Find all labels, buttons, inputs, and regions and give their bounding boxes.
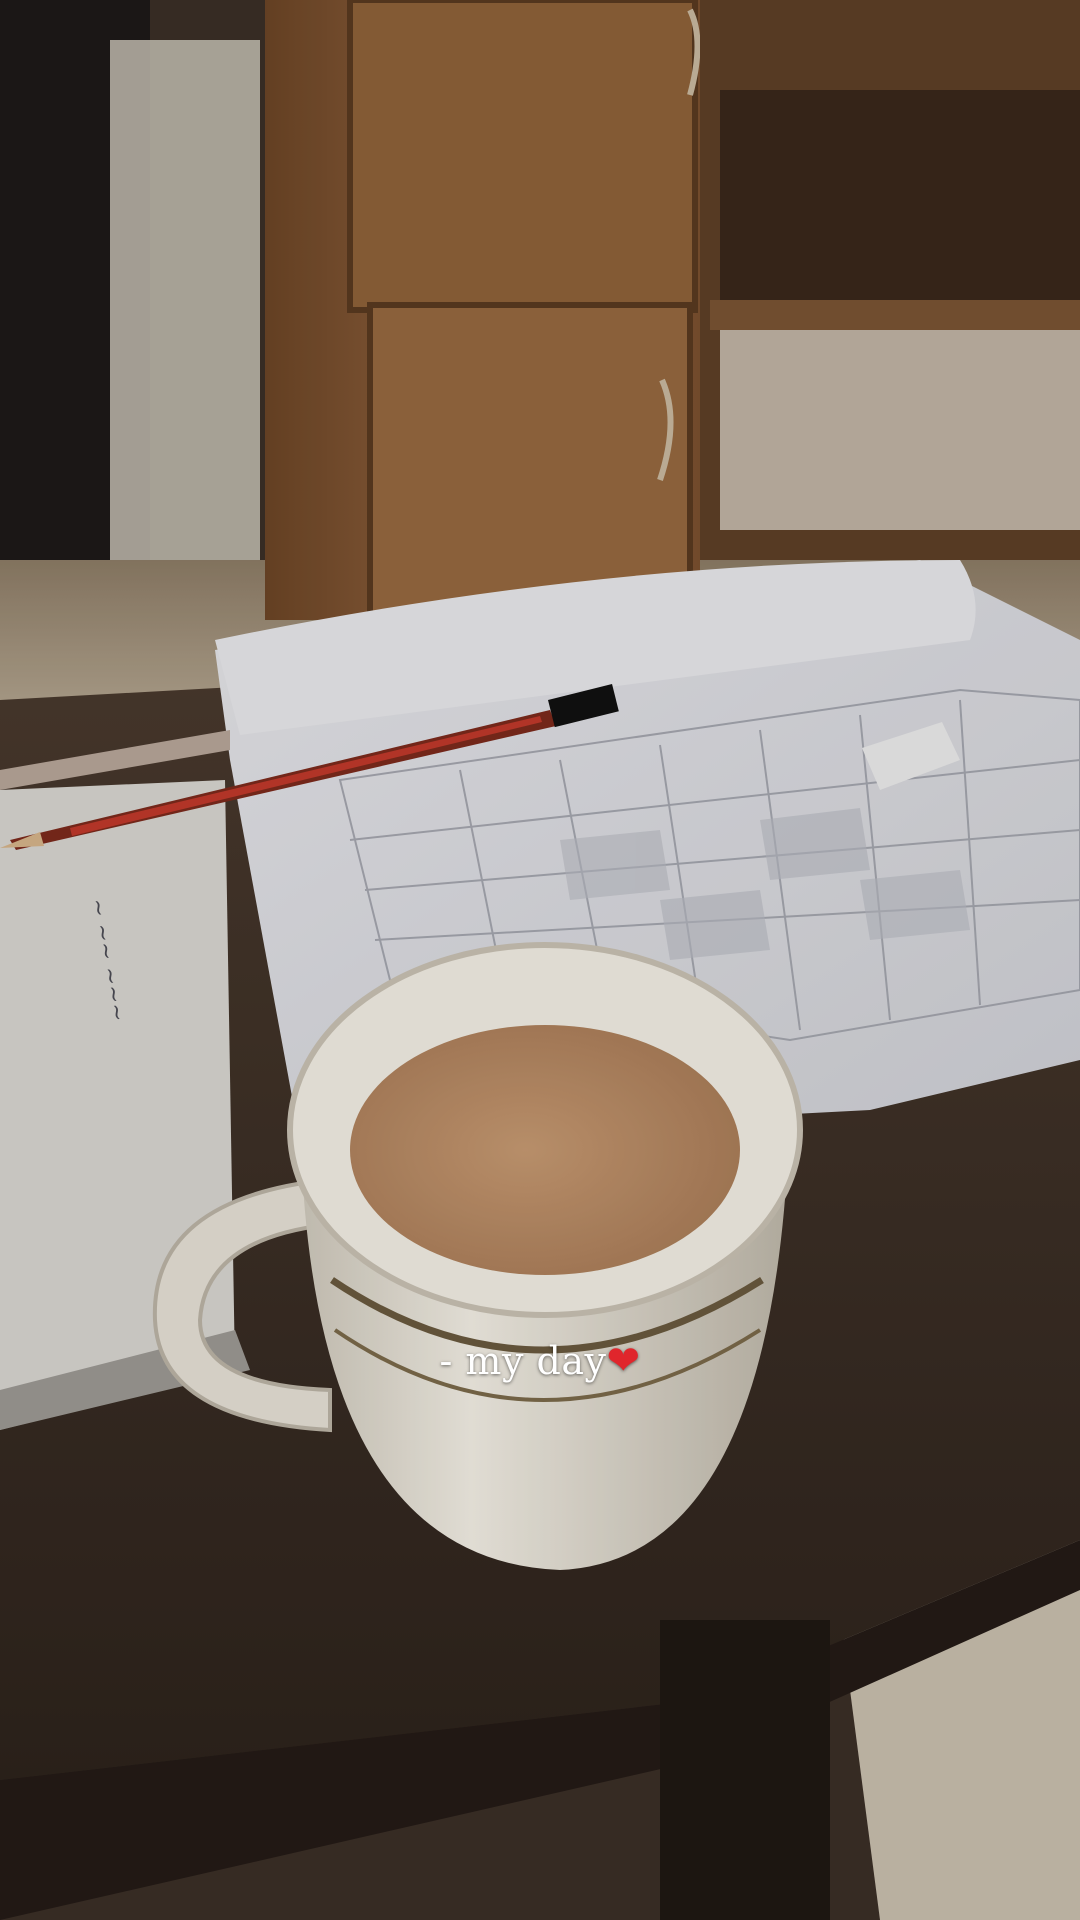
- photo-scene: ~ ~~ ~~~: [0, 0, 1080, 1920]
- heart-icon: ❤: [606, 1338, 641, 1384]
- story-photo: ~ ~~ ~~~ - my day❤: [0, 0, 1080, 1920]
- vignette: [0, 0, 1080, 1920]
- story-caption: - my day❤: [0, 1338, 1080, 1384]
- caption-text: - my day: [439, 1339, 607, 1383]
